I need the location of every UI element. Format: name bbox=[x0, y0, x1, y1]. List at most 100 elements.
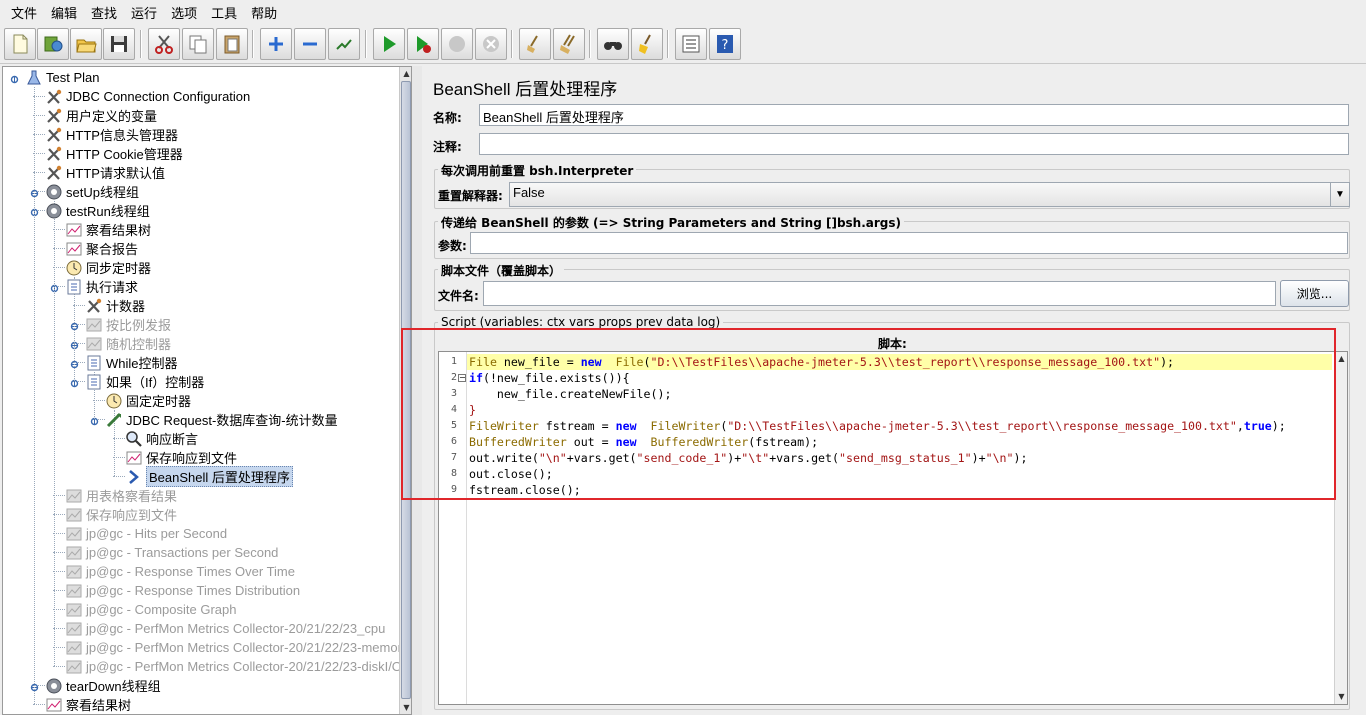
tree-node[interactable]: tearDown线程组 bbox=[45, 676, 161, 695]
paste-button[interactable] bbox=[216, 28, 248, 60]
editor-scrollbar[interactable]: ▲ ▼ bbox=[1334, 352, 1347, 704]
toggle-button[interactable] bbox=[328, 28, 360, 60]
tree-node[interactable]: jp@gc - PerfMon Metrics Collector-20/21/… bbox=[65, 638, 408, 657]
new-button[interactable] bbox=[4, 28, 36, 60]
tree-node[interactable]: HTTP请求默认值 bbox=[45, 163, 165, 182]
tree-node[interactable]: testRun线程组 bbox=[45, 201, 150, 220]
listener-icon bbox=[65, 639, 83, 657]
name-field[interactable]: BeanShell 后置处理程序 bbox=[479, 104, 1349, 126]
expand-icon bbox=[269, 37, 283, 51]
tree-node[interactable]: jp@gc - PerfMon Metrics Collector-20/21/… bbox=[65, 619, 385, 638]
file-name-label: 文件名: bbox=[438, 289, 479, 303]
collapse-button[interactable] bbox=[294, 28, 326, 60]
tree-node[interactable]: 保存响应到文件 bbox=[125, 448, 237, 467]
tree-node[interactable]: JDBC Connection Configuration bbox=[45, 87, 250, 106]
save-button[interactable] bbox=[103, 28, 135, 60]
script-editor[interactable]: 1 2 3 4 5 6 7 8 9− File new_file = new File("D:\… bbox=[438, 351, 1348, 705]
tree-expanded-icon[interactable] bbox=[10, 73, 19, 84]
tree-node[interactable]: HTTP Cookie管理器 bbox=[45, 144, 183, 163]
shutdown-button[interactable] bbox=[475, 28, 507, 60]
tree-node[interactable]: jp@gc - Response Times Distribution bbox=[65, 581, 300, 600]
wrench-icon bbox=[45, 88, 63, 106]
comment-label: 注释: bbox=[433, 140, 462, 154]
tree-scrollbar[interactable]: ▲ ▼ bbox=[399, 67, 411, 714]
tree-node[interactable]: 聚合报告 bbox=[65, 239, 138, 258]
tree-node[interactable]: jp@gc - Hits per Second bbox=[65, 524, 227, 543]
listener-icon bbox=[65, 506, 83, 524]
expand-button[interactable] bbox=[260, 28, 292, 60]
start-button[interactable] bbox=[373, 28, 405, 60]
code-token: out.close(); bbox=[469, 467, 553, 481]
templates-button[interactable] bbox=[37, 28, 69, 60]
listener-icon bbox=[125, 449, 143, 467]
function-helper-icon bbox=[682, 35, 700, 53]
menu-bar: 文件 编辑 查找 运行 选项 工具 帮助 bbox=[0, 0, 1366, 24]
menu-file[interactable]: 文件 bbox=[4, 3, 44, 22]
tree-node[interactable]: While控制器 bbox=[85, 353, 178, 372]
tree-node[interactable]: 固定定时器 bbox=[105, 391, 191, 410]
clear-button[interactable] bbox=[519, 28, 551, 60]
sampler-icon bbox=[105, 411, 123, 429]
menu-tools[interactable]: 工具 bbox=[204, 3, 244, 22]
params-field[interactable] bbox=[470, 232, 1348, 254]
reset-search-button[interactable] bbox=[631, 28, 663, 60]
reset-interpreter-select[interactable]: False ▼ bbox=[509, 182, 1350, 207]
tree-node[interactable]: HTTP信息头管理器 bbox=[45, 125, 178, 144]
split-pane-divider[interactable] bbox=[412, 66, 422, 715]
comment-field[interactable] bbox=[479, 133, 1349, 155]
tree-node[interactable]: jp@gc - Composite Graph bbox=[65, 600, 236, 619]
tree-node-label: 保存响应到文件 bbox=[86, 508, 178, 523]
tree-node[interactable]: jp@gc - Transactions per Second bbox=[65, 543, 278, 562]
tree-node[interactable]: 执行请求 bbox=[65, 277, 138, 296]
tree-node-label: HTTP信息头管理器 bbox=[66, 128, 178, 143]
tree-node[interactable]: JDBC Request-数据库查询-统计数量 bbox=[105, 410, 338, 429]
tree-node-label: jp@gc - Transactions per Second bbox=[86, 545, 279, 560]
scroll-up-icon[interactable]: ▲ bbox=[1335, 352, 1347, 365]
tree-node[interactable]: 响应断言 bbox=[125, 429, 198, 448]
tree-node[interactable]: 随机控制器 bbox=[85, 334, 171, 353]
scroll-down-icon[interactable]: ▼ bbox=[1335, 690, 1347, 703]
menu-edit[interactable]: 编辑 bbox=[44, 3, 84, 22]
tree-node[interactable]: setUp线程组 bbox=[45, 182, 139, 201]
menu-help[interactable]: 帮助 bbox=[244, 3, 284, 22]
help-button[interactable]: ? bbox=[709, 28, 741, 60]
postprocessor-icon bbox=[125, 468, 143, 486]
tree-scroll-thumb[interactable] bbox=[401, 81, 411, 699]
browse-button[interactable]: 浏览... bbox=[1280, 280, 1349, 307]
cut-icon bbox=[155, 35, 173, 54]
file-name-field[interactable] bbox=[483, 281, 1276, 306]
chevron-down-icon[interactable]: ▼ bbox=[1330, 183, 1349, 206]
code-token: new bbox=[615, 419, 637, 433]
stop-button[interactable] bbox=[441, 28, 473, 60]
tree-node[interactable]: 计数器 bbox=[85, 296, 145, 315]
menu-run[interactable]: 运行 bbox=[124, 3, 164, 22]
tree-node[interactable]: Test Plan bbox=[25, 68, 99, 87]
fold-toggle-icon[interactable]: − bbox=[458, 374, 466, 382]
scroll-up-icon[interactable]: ▲ bbox=[400, 67, 411, 80]
tree-node[interactable]: 察看结果树 bbox=[45, 695, 131, 714]
code-token: new bbox=[615, 435, 637, 449]
copy-button[interactable] bbox=[182, 28, 214, 60]
function-helper-button[interactable] bbox=[675, 28, 707, 60]
tree-node[interactable]: 用户定义的变量 bbox=[45, 106, 157, 125]
tree-node[interactable]: 用表格察看结果 bbox=[65, 486, 177, 505]
tree-node[interactable]: 如果（If）控制器 bbox=[85, 372, 204, 391]
flask-icon bbox=[25, 69, 43, 87]
menu-options[interactable]: 选项 bbox=[164, 3, 204, 22]
clear-all-button[interactable] bbox=[553, 28, 585, 60]
menu-search[interactable]: 查找 bbox=[84, 3, 124, 22]
search-button[interactable] bbox=[597, 28, 629, 60]
tree-node[interactable]: 按比例发报 bbox=[85, 315, 171, 334]
cut-button[interactable] bbox=[148, 28, 180, 60]
open-button[interactable] bbox=[70, 28, 102, 60]
scroll-down-icon[interactable]: ▼ bbox=[400, 701, 411, 714]
tree-node[interactable]: 保存响应到文件 bbox=[65, 505, 177, 524]
tree-node[interactable]: BeanShell 后置处理程序 bbox=[125, 466, 293, 487]
tree-node[interactable]: jp@gc - Response Times Over Time bbox=[65, 562, 295, 581]
listener-icon bbox=[65, 658, 83, 676]
tree-node[interactable]: 察看结果树 bbox=[65, 220, 151, 239]
tree-node[interactable]: jp@gc - PerfMon Metrics Collector-20/21/… bbox=[65, 657, 402, 676]
tree-node[interactable]: 同步定时器 bbox=[65, 258, 151, 277]
listener-icon bbox=[65, 525, 83, 543]
start-no-pause-button[interactable] bbox=[407, 28, 439, 60]
